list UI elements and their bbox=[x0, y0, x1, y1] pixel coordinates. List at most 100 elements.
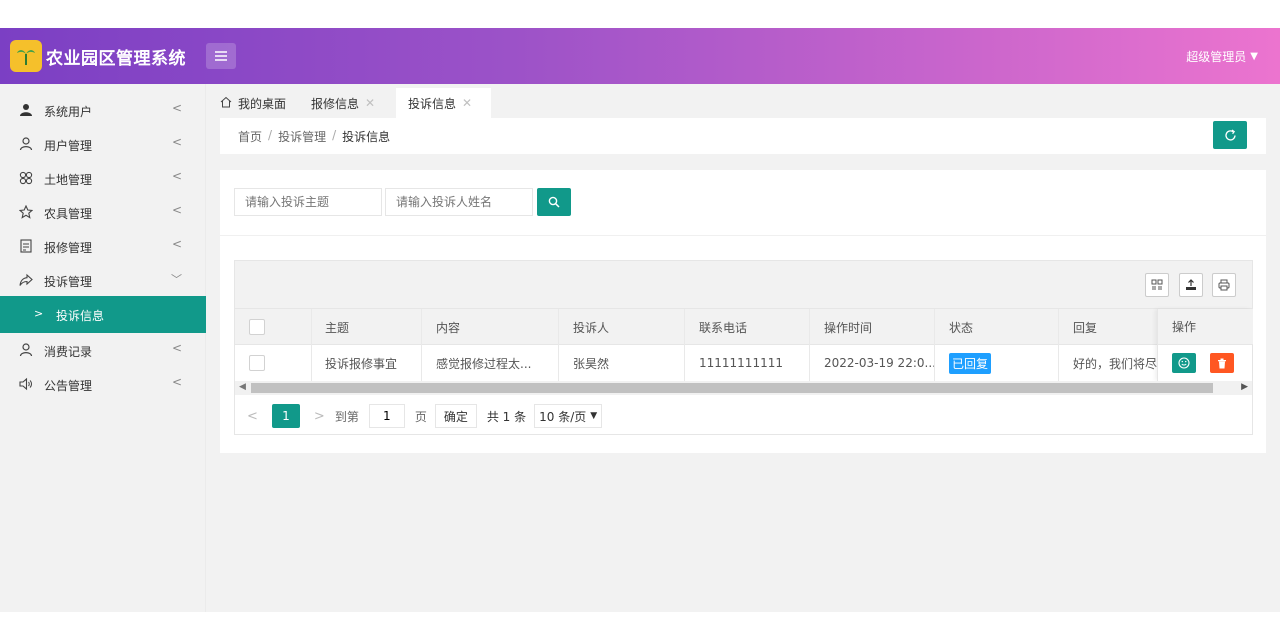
share-icon bbox=[18, 272, 34, 288]
tab-my-desktop[interactable]: 我的桌面 bbox=[210, 88, 296, 118]
refresh-icon bbox=[1224, 129, 1236, 141]
chevron-right-icon: > bbox=[34, 307, 44, 320]
user-menu[interactable]: 超级管理员 ▼ bbox=[1186, 48, 1258, 65]
row-select-cell bbox=[235, 345, 312, 381]
smile-icon bbox=[1178, 357, 1190, 369]
pagination-prev-icon[interactable]: < bbox=[247, 409, 258, 424]
breadcrumb-separator: / bbox=[268, 128, 273, 142]
app-title: 农业园区管理系统 bbox=[46, 49, 186, 69]
search-row bbox=[220, 170, 1266, 236]
sidebar-item-repair-management[interactable]: 报修管理 < bbox=[0, 229, 206, 263]
subject-search-input[interactable] bbox=[234, 188, 382, 216]
pagination-goto-input[interactable] bbox=[368, 404, 405, 428]
chevron-down-icon: ▼ bbox=[590, 411, 598, 421]
page-size-select[interactable]: 10 条/页 ▼ bbox=[534, 404, 603, 428]
app-logo bbox=[10, 40, 42, 72]
sidebar-item-label: 农具管理 bbox=[44, 207, 93, 221]
scrollbar-thumb[interactable] bbox=[251, 383, 1213, 393]
menu-toggle-button[interactable] bbox=[206, 43, 236, 69]
breadcrumb-bar: 首页 / 投诉管理 / 投诉信息 bbox=[220, 118, 1266, 154]
sidebar-item-user-management[interactable]: 用户管理 < bbox=[0, 127, 206, 161]
reply-button[interactable] bbox=[1172, 353, 1196, 373]
scroll-left-arrow-icon[interactable]: ◀ bbox=[239, 382, 246, 392]
sidebar-item-tool-management[interactable]: 农具管理 < bbox=[0, 195, 206, 229]
breadcrumb-current: 投诉信息 bbox=[342, 130, 391, 144]
sidebar-item-label: 土地管理 bbox=[44, 173, 93, 187]
row-actions bbox=[1172, 353, 1234, 373]
chevron-left-icon: < bbox=[171, 169, 182, 183]
columns-icon bbox=[1151, 279, 1163, 290]
app-frame: 农业园区管理系统 超级管理员 ▼ 系统用户 < 用户管理 < 土地管理 < 农具… bbox=[0, 28, 1280, 612]
pagination-confirm-button[interactable]: 确定 bbox=[434, 404, 477, 428]
sidebar-subitem-label: 投诉信息 bbox=[56, 309, 105, 323]
tab-complaint-info[interactable]: 投诉信息 ✕ bbox=[396, 88, 491, 118]
row-checkbox[interactable] bbox=[249, 355, 265, 371]
operations-column: 操作 bbox=[1157, 309, 1253, 381]
table-toolbar bbox=[235, 261, 1252, 309]
select-all-checkbox[interactable] bbox=[249, 319, 265, 335]
column-header-content: 内容 bbox=[422, 309, 559, 345]
sidebar-item-announcement-management[interactable]: 公告管理 < bbox=[0, 367, 206, 401]
tab-repair-info[interactable]: 报修信息 ✕ bbox=[301, 88, 385, 118]
close-icon[interactable]: ✕ bbox=[365, 96, 375, 110]
status-badge: 已回复 bbox=[949, 352, 992, 374]
sidebar-item-land-management[interactable]: 土地管理 < bbox=[0, 161, 206, 195]
pagination: < 1 > 到第 页 确定 共 1 条 10 条/页 ▼ bbox=[235, 396, 1252, 436]
cell-time: 2022-03-19 22:0... bbox=[810, 345, 935, 381]
delete-button[interactable] bbox=[1210, 353, 1234, 373]
pagination-next-icon[interactable]: > bbox=[314, 409, 325, 424]
column-header-subject: 主题 bbox=[312, 309, 422, 345]
sidebar-item-consumption-records[interactable]: 消费记录 < bbox=[0, 333, 206, 367]
chevron-left-icon: < bbox=[171, 135, 182, 149]
table-row: 投诉报修事宜 感觉报修过程太... 张昊然 11111111111 2022-0… bbox=[235, 345, 1252, 381]
top-header: 农业园区管理系统 超级管理员 ▼ bbox=[0, 28, 1280, 84]
pagination-current-page[interactable]: 1 bbox=[271, 404, 300, 428]
sidebar-subitem-complaint-info[interactable]: > 投诉信息 bbox=[0, 296, 206, 333]
scroll-right-arrow-icon[interactable]: ▶ bbox=[1241, 382, 1248, 392]
complaint-table: 主题 内容 投诉人 联系电话 操作时间 状态 回复 投诉报修事宜 感觉报修过程太… bbox=[234, 260, 1253, 435]
breadcrumb-home[interactable]: 首页 bbox=[238, 128, 262, 145]
pagination-total: 共 1 条 bbox=[486, 409, 527, 424]
column-header-phone: 联系电话 bbox=[685, 309, 810, 345]
pagination-goto-label: 到第 bbox=[334, 409, 359, 424]
sidebar: 系统用户 < 用户管理 < 土地管理 < 农具管理 < 报修管理 < 投诉管理 … bbox=[0, 84, 206, 612]
column-filter-button[interactable] bbox=[1145, 273, 1169, 297]
column-header-reply: 回复 bbox=[1073, 320, 1098, 335]
sidebar-item-system-users[interactable]: 系统用户 < bbox=[0, 93, 206, 127]
column-header-complainant: 投诉人 bbox=[559, 309, 685, 345]
column-header-status: 状态 bbox=[935, 309, 1059, 345]
star-outline-icon bbox=[18, 204, 34, 220]
cell-reply: 好的，我们将尽... bbox=[1073, 356, 1157, 371]
content-card: 主题 内容 投诉人 联系电话 操作时间 状态 回复 投诉报修事宜 感觉报修过程太… bbox=[220, 170, 1266, 453]
chevron-left-icon: < bbox=[171, 341, 182, 355]
speaker-icon bbox=[18, 376, 34, 392]
export-button[interactable] bbox=[1179, 273, 1203, 297]
close-icon[interactable]: ✕ bbox=[462, 96, 472, 110]
form-icon bbox=[18, 238, 34, 254]
table-header: 主题 内容 投诉人 联系电话 操作时间 状态 回复 bbox=[235, 309, 1252, 345]
chevron-left-icon: < bbox=[171, 237, 182, 251]
sidebar-item-label: 消费记录 bbox=[44, 345, 93, 359]
column-header-operations: 操作 bbox=[1158, 309, 1253, 345]
horizontal-scrollbar[interactable]: ◀ ▶ bbox=[235, 381, 1252, 395]
complainant-search-input[interactable] bbox=[385, 188, 533, 216]
sidebar-item-complaint-management[interactable]: 投诉管理 ﹀ bbox=[0, 263, 206, 297]
breadcrumb: 首页 / 投诉管理 / 投诉信息 bbox=[238, 128, 390, 145]
print-button[interactable] bbox=[1212, 273, 1236, 297]
sidebar-item-label: 用户管理 bbox=[44, 139, 93, 153]
export-icon bbox=[1186, 279, 1196, 290]
cluster-icon bbox=[18, 170, 34, 186]
user-outline-icon bbox=[18, 342, 34, 358]
chevron-left-icon: < bbox=[171, 375, 182, 389]
tab-label: 投诉信息 bbox=[408, 96, 457, 111]
cell-status: 已回复 bbox=[935, 345, 1059, 381]
user-name: 超级管理员 bbox=[1186, 50, 1247, 64]
header-select-cell bbox=[235, 309, 312, 345]
breadcrumb-separator: / bbox=[332, 128, 337, 142]
sidebar-item-label: 系统用户 bbox=[44, 105, 93, 119]
caret-down-icon: ▼ bbox=[1250, 51, 1258, 62]
breadcrumb-complaint-management[interactable]: 投诉管理 bbox=[278, 128, 326, 145]
refresh-button[interactable] bbox=[1213, 121, 1247, 149]
cell-subject: 投诉报修事宜 bbox=[312, 345, 422, 381]
search-button[interactable] bbox=[537, 188, 571, 216]
